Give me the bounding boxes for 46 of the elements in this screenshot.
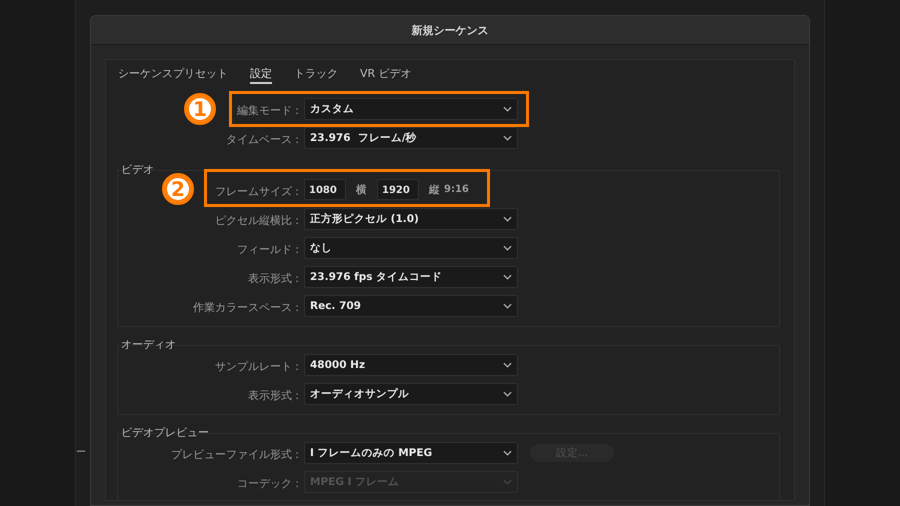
width-field[interactable]: 1080 [304, 179, 346, 200]
section-title: オーディオ [120, 337, 177, 349]
field-label: 縦 [429, 182, 440, 196]
section-title: ビデオ [120, 162, 155, 174]
dropdown[interactable]: Rec. 709 [304, 294, 518, 316]
chevron-down-icon [503, 478, 512, 484]
tab[interactable]: シーケンスプリセット [118, 66, 228, 82]
field-label: 横 [356, 182, 367, 196]
dropdown[interactable]: 23.976 フレーム/秒 [304, 126, 518, 148]
field-label: 表示形式 : [248, 272, 299, 285]
chevron-down-icon [503, 106, 512, 112]
dropdown[interactable]: 正方形ピクセル (1.0) [304, 208, 518, 230]
dropdown[interactable]: なし [304, 236, 518, 258]
field-label: 編集モード : [236, 104, 299, 117]
step-number: 2 [162, 173, 194, 205]
chevron-down-icon [503, 134, 512, 140]
dropdown[interactable]: 48000 Hz [304, 354, 518, 376]
field-label: サンプルレート : [214, 360, 299, 373]
window-title: 新規シーケンス [412, 22, 488, 38]
chevron-down-icon [503, 362, 512, 368]
field-label: ピクセル縦横比 : [214, 214, 299, 227]
field-label: フレームサイズ : [214, 185, 299, 198]
field-label: 作業カラースペース : [192, 301, 299, 314]
tab[interactable]: 設定 [250, 66, 272, 84]
partial-label: ー [76, 446, 87, 459]
field-label: 表示形式 : [248, 389, 299, 402]
chevron-down-icon [503, 450, 512, 456]
chevron-down-icon [503, 274, 512, 280]
dropdown[interactable]: I フレームのみの MPEG [304, 442, 518, 464]
dropdown[interactable]: オーディオサンプル [304, 382, 518, 404]
tab[interactable]: トラック [294, 66, 338, 82]
chevron-down-icon [503, 390, 512, 396]
chevron-down-icon [503, 244, 512, 250]
field-label: タイムベース : [226, 133, 299, 146]
dropdown[interactable]: カスタム [304, 98, 518, 120]
section-title: ビデオプレビュー [120, 425, 210, 437]
height-field[interactable]: 1920 [377, 179, 419, 200]
chevron-down-icon [503, 302, 512, 308]
aspect-ratio: 9:16 [444, 184, 469, 195]
field-label: プレビューファイル形式 : [170, 448, 299, 461]
field-label: フィールド : [236, 243, 299, 256]
tab[interactable]: VR ビデオ [360, 66, 412, 82]
chevron-down-icon [503, 216, 512, 222]
dropdown[interactable]: 23.976 fps タイムコード [304, 266, 518, 288]
step-number: 1 [184, 93, 216, 125]
field-label: コーデック : [236, 477, 299, 490]
